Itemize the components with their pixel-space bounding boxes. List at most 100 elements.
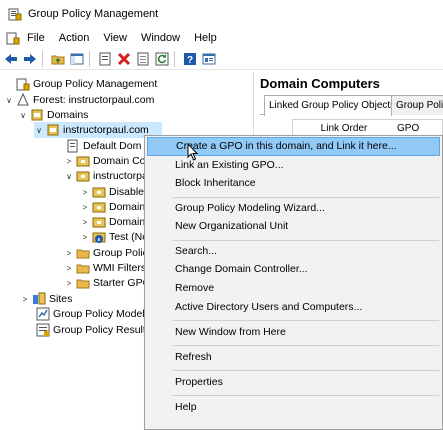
gpm-node-icon (16, 78, 30, 91)
menu-item-aduc[interactable]: Active Directory Users and Computers... (147, 298, 440, 317)
refresh-icon[interactable] (154, 51, 170, 67)
tree-label: Default Dom (83, 140, 142, 152)
tab-linked-gpos[interactable]: Linked Group Policy Objects (264, 95, 392, 116)
column-gpo[interactable]: GPO (395, 123, 419, 134)
show-hide-tree-icon[interactable] (69, 51, 85, 67)
tree-node-default-domain-policy[interactable]: Default Dom (64, 138, 141, 154)
menu-action[interactable]: Action (52, 28, 97, 48)
tree-node-group-policy-results[interactable]: Group Policy Result (34, 322, 146, 338)
tree-node-sites[interactable]: > Sites (20, 291, 72, 307)
gpo-folder-icon (76, 249, 90, 259)
starter-gpo-folder-icon (76, 279, 90, 289)
ou-icon (92, 217, 106, 228)
tab-group-policy-inheritance[interactable]: Group Policy (391, 95, 443, 115)
tree-label: Group Policy Result (53, 324, 146, 336)
expanded-chevron-icon[interactable]: ∨ (18, 111, 28, 120)
collapsed-chevron-icon[interactable]: > (64, 157, 74, 166)
tree-label: Domain (109, 216, 146, 228)
properties-icon[interactable] (97, 51, 113, 67)
tree-label: WMI Filters (93, 262, 147, 274)
tree-label: Forest: instructorpaul.com (33, 94, 155, 106)
context-menu: Create a GPO in this domain, and Link it… (144, 135, 443, 430)
menu-separator (173, 370, 439, 371)
window-title: Group Policy Management (28, 8, 159, 20)
ou-icon (76, 156, 90, 167)
wmi-folder-icon (76, 264, 90, 274)
menu-separator (173, 197, 439, 198)
gpo-link-icon (67, 139, 78, 153)
export-icon[interactable] (135, 51, 151, 67)
menu-bar: File Action View Window Help (0, 28, 443, 48)
tree-node-disabled[interactable]: > Disabled (80, 184, 150, 200)
tree-node-ou[interactable]: ∨ instructorpau (64, 168, 154, 184)
back-arrow-icon[interactable] (3, 51, 19, 67)
details-title: Domain Computers (260, 76, 380, 91)
expanded-chevron-icon[interactable]: ∨ (4, 96, 14, 105)
tree-node-test[interactable]: > Test (Nor (80, 229, 152, 245)
menu-separator (173, 345, 439, 346)
menu-item-search[interactable]: Search... (147, 242, 440, 261)
tree-node-group-policy-objects[interactable]: > Group Policy (64, 245, 153, 261)
details-tabs: Linked Group Policy Objects Group Policy (260, 95, 443, 116)
tree-node-root[interactable]: Group Policy Management (4, 76, 157, 92)
menu-item-modeling-wizard[interactable]: Group Policy Modeling Wizard... (147, 199, 440, 218)
column-link-order[interactable]: Link Order (293, 123, 395, 134)
forward-arrow-icon[interactable] (22, 51, 38, 67)
menu-view[interactable]: View (96, 28, 134, 48)
menu-item-block-inheritance[interactable]: Block Inheritance (147, 174, 440, 193)
expanded-chevron-icon[interactable]: ∨ (34, 126, 44, 135)
ou-icon (76, 171, 90, 182)
collapsed-chevron-icon[interactable]: > (80, 218, 90, 227)
collapsed-chevron-icon[interactable]: > (20, 295, 30, 304)
tree-label: Domains (47, 109, 89, 121)
tree-node-domain-a[interactable]: > Domain (80, 199, 146, 215)
results-icon (36, 323, 50, 337)
menu-item-help[interactable]: Help (147, 398, 440, 417)
menu-item-properties[interactable]: Properties (147, 373, 440, 392)
tree-node-domain-b[interactable]: > Domain (80, 214, 146, 230)
tree-node-group-policy-modeling[interactable]: Group Policy Model (34, 306, 145, 322)
menu-item-new-ou[interactable]: New Organizational Unit (147, 217, 440, 236)
title-bar: Group Policy Management (0, 0, 443, 28)
menu-separator (173, 395, 439, 396)
collapsed-chevron-icon[interactable]: > (80, 233, 90, 242)
menu-window[interactable]: Window (134, 28, 187, 48)
collapsed-chevron-icon[interactable]: > (80, 188, 90, 197)
tree-node-domain-controllers[interactable]: > Domain Con (64, 153, 152, 169)
expanded-chevron-icon[interactable]: ∨ (64, 172, 74, 181)
tree-node-domains[interactable]: ∨ Domains (18, 107, 88, 123)
menu-help[interactable]: Help (187, 28, 224, 48)
console-icon[interactable] (201, 51, 217, 67)
menu-file[interactable]: File (20, 28, 52, 48)
folder-up-icon[interactable] (50, 51, 66, 67)
sites-icon (33, 292, 46, 305)
system-menu-icon[interactable] (6, 31, 20, 45)
svg-text:?: ? (187, 55, 193, 66)
collapsed-chevron-icon[interactable]: > (64, 249, 74, 258)
tree-node-forest[interactable]: ∨ Forest: instructorpaul.com (4, 92, 154, 108)
collapsed-chevron-icon[interactable]: > (64, 264, 74, 273)
tree-label: Sites (49, 293, 73, 305)
collapsed-chevron-icon[interactable]: > (64, 279, 74, 288)
collapsed-chevron-icon[interactable]: > (80, 203, 90, 212)
ou-info-icon (92, 232, 106, 243)
ou-icon (92, 187, 106, 198)
menu-item-refresh[interactable]: Refresh (147, 348, 440, 367)
tree-node-starter-gpos[interactable]: > Starter GPOs (64, 275, 156, 291)
help-icon[interactable]: ? (182, 51, 198, 67)
tree-node-domain[interactable]: ∨ instructorpaul.com (34, 122, 162, 138)
tree-label: Domain (109, 201, 146, 213)
toolbar-separator (42, 50, 43, 67)
ou-icon (92, 202, 106, 213)
tree-label: Domain Con (93, 155, 152, 167)
menu-item-change-dc[interactable]: Change Domain Controller... (147, 260, 440, 279)
toolbar-separator (174, 50, 175, 67)
modeling-icon (36, 307, 50, 321)
menu-separator (173, 240, 439, 241)
tree-node-wmi-filters[interactable]: > WMI Filters (64, 260, 146, 276)
menu-item-remove[interactable]: Remove (147, 279, 440, 298)
mouse-pointer-icon (187, 143, 199, 161)
delete-icon[interactable] (116, 51, 132, 67)
menu-item-new-window[interactable]: New Window from Here (147, 323, 440, 342)
toolbar-separator (89, 50, 90, 67)
